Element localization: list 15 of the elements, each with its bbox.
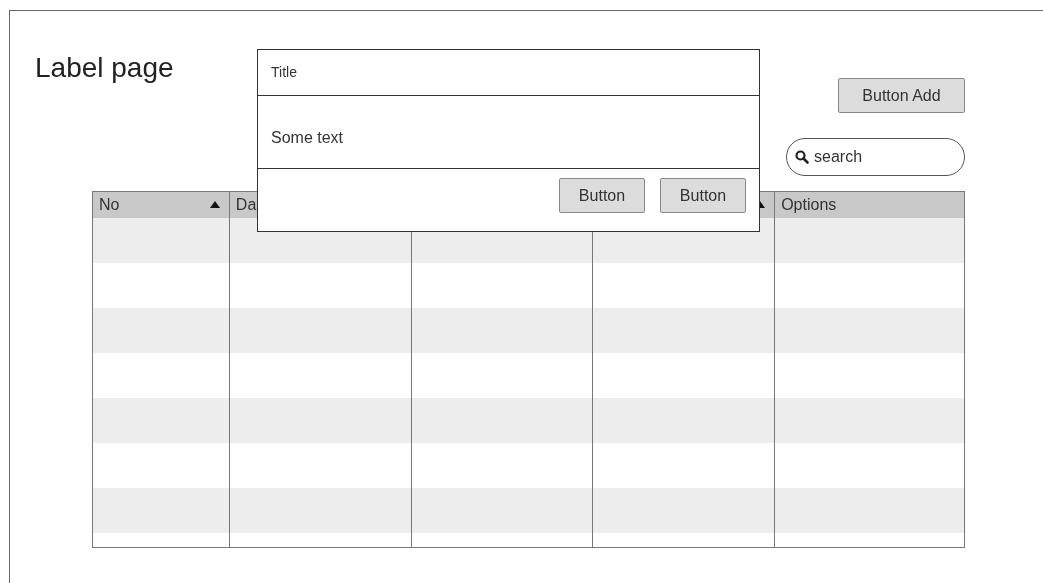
- add-button[interactable]: Button Add: [838, 78, 965, 113]
- column-header[interactable]: Da: [235, 192, 257, 217]
- table-row[interactable]: [92, 307, 965, 353]
- search-icon: [795, 150, 809, 164]
- search-field[interactable]: search: [786, 138, 965, 176]
- dialog-title: Title: [271, 63, 297, 82]
- dialog-button[interactable]: Button: [559, 178, 645, 213]
- column-header[interactable]: Options: [781, 192, 837, 217]
- sort-arrow-icon[interactable]: [209, 201, 220, 209]
- page-title: Label page: [35, 51, 174, 85]
- dialog-button[interactable]: Button: [660, 178, 746, 213]
- dialog-text: Some text: [271, 128, 344, 148]
- column-header[interactable]: No: [99, 192, 120, 217]
- table-row[interactable]: [92, 397, 965, 443]
- table-row[interactable]: [92, 487, 965, 533]
